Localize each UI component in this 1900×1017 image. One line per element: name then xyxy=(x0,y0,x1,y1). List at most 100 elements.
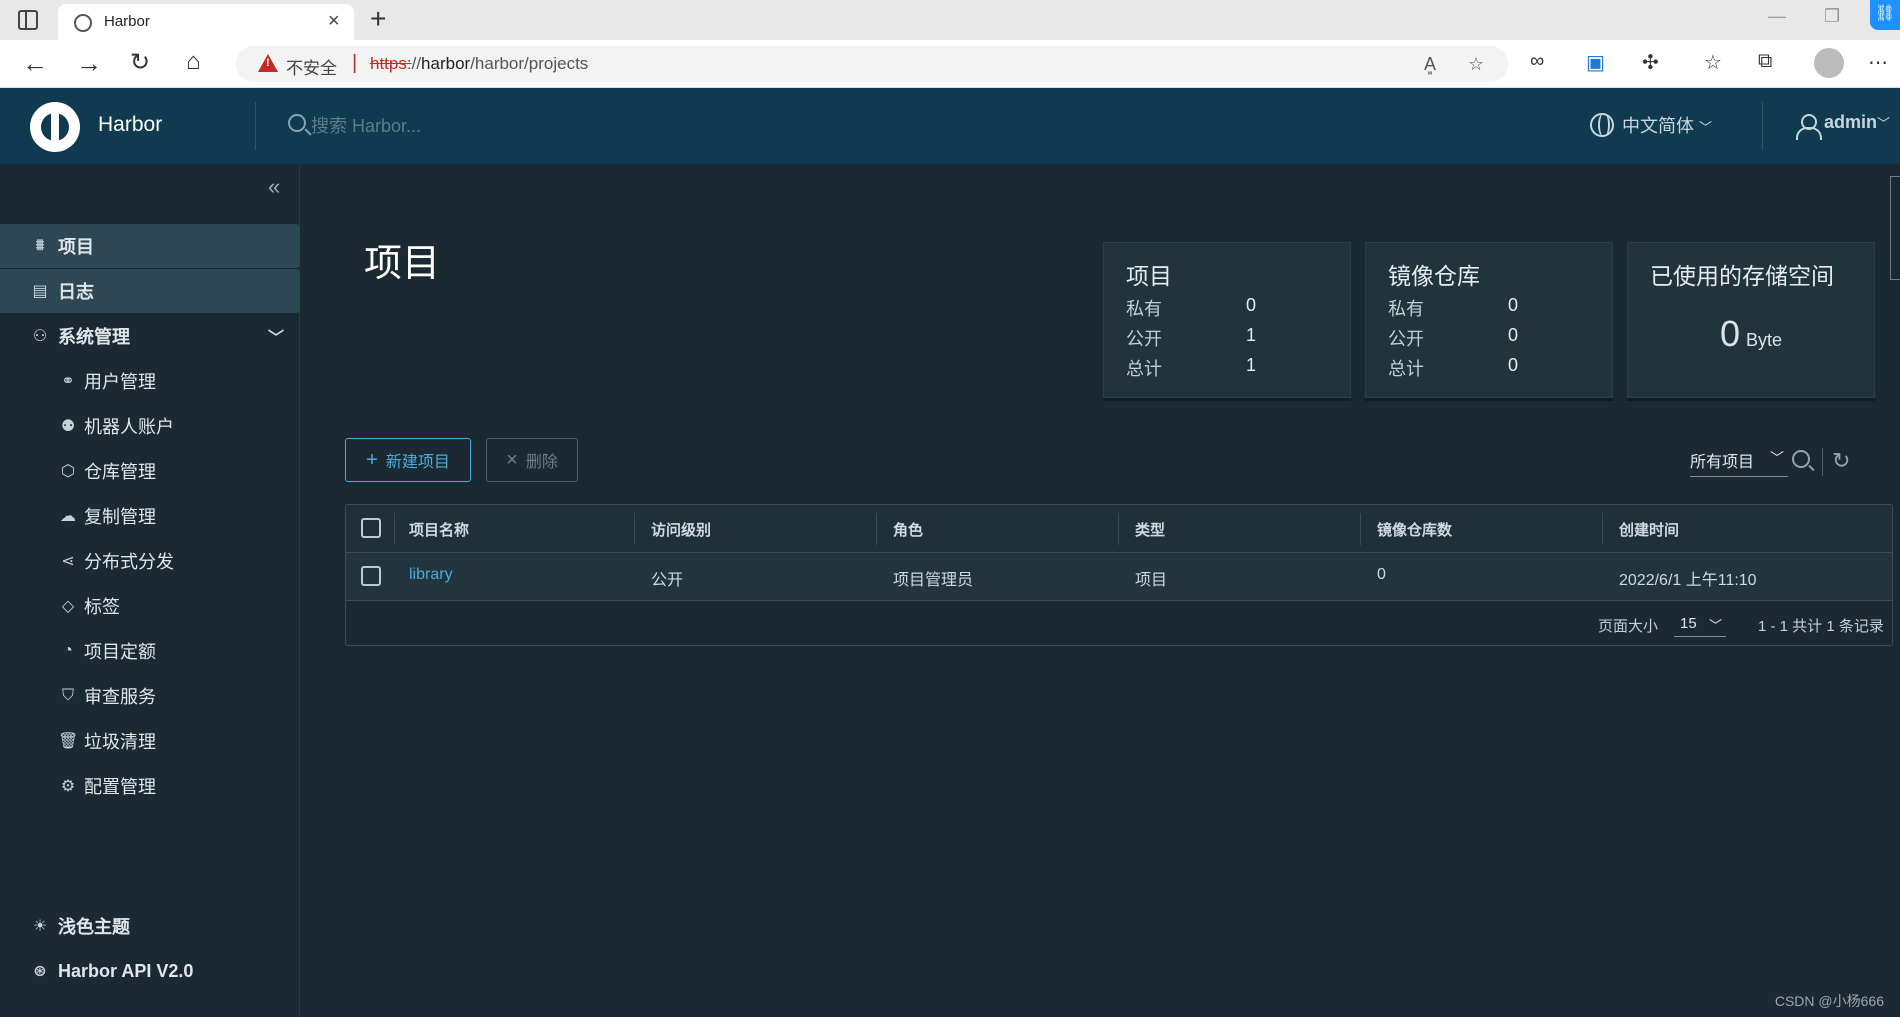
reload-icon[interactable]: ↻ xyxy=(130,48,150,77)
column-header-type[interactable]: 类型 xyxy=(1135,519,1165,540)
column-header-name[interactable]: 项目名称 xyxy=(409,519,469,540)
project-filter-select[interactable]: 所有项目 ﹀ xyxy=(1690,448,1788,477)
browser-tabbar: Harbor × + — ❐ ⛓ xyxy=(0,0,1900,40)
more-icon[interactable]: ⋯ xyxy=(1868,50,1888,75)
select-all-checkbox[interactable] xyxy=(361,518,381,538)
light-theme-toggle[interactable]: ☀ 浅色主题 xyxy=(0,904,300,948)
minimize-icon[interactable]: — xyxy=(1768,6,1786,27)
page-size-label: 页面大小 xyxy=(1598,618,1659,635)
filter-label: 所有项目 xyxy=(1690,454,1755,471)
extensions-icon[interactable]: ✣ xyxy=(1642,50,1659,75)
sidebar-item-replications[interactable]: ☁ 复制管理 xyxy=(0,494,300,538)
delete-button[interactable]: × 删除 xyxy=(486,438,578,482)
collections-icon[interactable]: ⧉ xyxy=(1758,50,1772,73)
column-header-repo-count[interactable]: 镜像仓库数 xyxy=(1377,519,1452,540)
profile-avatar[interactable] xyxy=(1814,48,1844,78)
link-icon[interactable]: ⛓ xyxy=(1870,0,1900,30)
project-name-link[interactable]: library xyxy=(409,566,453,584)
column-header-created[interactable]: 创建时间 xyxy=(1619,519,1679,540)
sun-icon: ☀ xyxy=(32,918,48,935)
tab-actions-icon[interactable] xyxy=(18,10,38,30)
role-cell: 项目管理员 xyxy=(893,572,974,589)
sidebar-item-label: 项目 xyxy=(58,237,94,257)
sidebar-item-robot-accounts[interactable]: ⚉ 机器人账户 xyxy=(0,404,300,448)
card-row-value: 0 xyxy=(1508,325,1519,345)
new-tab-icon[interactable]: + xyxy=(370,3,386,35)
shield-icon: ⛉ xyxy=(61,687,74,704)
collapse-sidebar-icon[interactable]: « xyxy=(268,174,280,200)
sidebar-item-label: 项目定额 xyxy=(84,642,156,662)
warning-icon[interactable] xyxy=(258,54,278,72)
search-icon[interactable] xyxy=(1792,450,1810,468)
robot-icon: ⚉ xyxy=(60,418,76,435)
chevron-down-icon: ﹀ xyxy=(268,330,285,347)
url-text[interactable]: https://harbor/harbor/projects xyxy=(370,54,588,74)
sidebar-item-registries[interactable]: ⬡ 仓库管理 xyxy=(0,449,300,493)
harbor-logo-icon[interactable] xyxy=(30,102,80,152)
language-label: 中文简体 xyxy=(1622,116,1694,136)
url-slashes: // xyxy=(411,54,422,73)
api-explorer-link[interactable]: ⊛ Harbor API V2.0 xyxy=(0,949,300,993)
page-title: 项目 xyxy=(364,243,441,285)
page-size-select[interactable]: 15 ﹀ xyxy=(1674,615,1726,637)
projects-summary-card: 项目 私有 0 公开 1 总计 1 xyxy=(1103,242,1351,398)
global-search-input[interactable] xyxy=(311,112,611,140)
delete-label: 删除 xyxy=(525,454,558,471)
sidebar-item-labels[interactable]: ◇ 标签 xyxy=(0,584,300,628)
projects-icon: ⩩ xyxy=(35,237,45,254)
sidebar-item-scanners[interactable]: ⛉ 审查服务 xyxy=(0,674,300,718)
read-aloud-icon[interactable]: A͈ xyxy=(1424,54,1436,75)
card-row: 公开 1 xyxy=(1126,325,1326,351)
column-header-role[interactable]: 角色 xyxy=(893,519,923,540)
browser-tab[interactable]: Harbor × xyxy=(58,4,354,40)
column-separator xyxy=(1118,513,1119,545)
card-row: 公开 0 xyxy=(1388,325,1588,351)
card-row: 私有 0 xyxy=(1126,295,1326,321)
new-project-button[interactable]: + 新建项目 xyxy=(345,438,471,482)
sidebar-item-configuration[interactable]: ⚙ 配置管理 xyxy=(0,764,300,808)
sidebar-item-distribution[interactable]: ⋖ 分布式分发 xyxy=(0,539,300,583)
storage-card: 已使用的存储空间 0 Byte xyxy=(1627,242,1875,398)
url-input[interactable]: 不安全 | https://harbor/harbor/projects A͈ … xyxy=(236,46,1508,82)
row-checkbox[interactable] xyxy=(361,566,381,586)
app-header: Harbor 中文简体 ﹀ admin﹀ xyxy=(0,88,1900,164)
access-level-cell: 公开 xyxy=(651,572,684,589)
sidebar-item-logs[interactable]: ▤ 日志 xyxy=(0,269,300,313)
sidebar-item-admin[interactable]: ⚇ 系统管理 ﹀ xyxy=(0,314,300,358)
sidebar-item-gc[interactable]: 🗑 垃圾清理 xyxy=(0,719,300,763)
insecure-label[interactable]: 不安全 xyxy=(286,54,337,79)
table-row: library 公开 项目管理员 项目 0 2022/6/1 上午11:10 xyxy=(346,553,1892,601)
side-panel-tab[interactable] xyxy=(1890,176,1900,280)
home-icon[interactable]: ⌂ xyxy=(186,48,201,76)
globe-icon[interactable] xyxy=(1590,113,1614,137)
favorites-icon[interactable]: ☆ xyxy=(1704,50,1722,75)
header-divider xyxy=(255,102,256,150)
brand-name[interactable]: Harbor xyxy=(98,113,162,137)
restore-icon[interactable]: ❐ xyxy=(1824,6,1840,27)
chevron-down-icon: ﹀ xyxy=(1699,120,1713,135)
card-row-value: 0 xyxy=(1508,295,1519,315)
sidebar-item-quotas[interactable]: ◔ 项目定额 xyxy=(0,629,300,673)
harbor-favicon-icon xyxy=(74,14,92,32)
infinity-icon[interactable]: ∞ xyxy=(1530,50,1544,73)
chevron-down-icon: ﹀ xyxy=(1770,450,1784,466)
toolbar-divider xyxy=(1822,448,1823,476)
refresh-icon[interactable]: ↻ xyxy=(1832,448,1850,474)
forward-icon[interactable]: → xyxy=(76,48,102,79)
user-icon[interactable] xyxy=(1796,114,1822,140)
language-selector[interactable]: 中文简体 ﹀ xyxy=(1622,112,1712,138)
card-row: 私有 0 xyxy=(1388,295,1588,321)
back-icon[interactable]: ← xyxy=(22,48,48,79)
sidebar-item-label: 标签 xyxy=(84,597,120,617)
sidebar-item-projects[interactable]: ⩩ 项目 xyxy=(0,224,300,268)
sidebar-item-users[interactable]: ⚭ 用户管理 xyxy=(0,359,300,403)
card-row: 总计 1 xyxy=(1126,355,1326,381)
column-header-access[interactable]: 访问级别 xyxy=(651,519,711,540)
close-tab-icon[interactable]: × xyxy=(328,10,340,33)
favorite-add-icon[interactable]: ☆ xyxy=(1468,54,1484,75)
extension-user-icon[interactable]: ▣ xyxy=(1586,50,1605,75)
trash-icon: 🗑 xyxy=(58,733,79,750)
user-menu[interactable]: admin﹀ xyxy=(1824,112,1890,133)
close-icon: × xyxy=(506,448,518,471)
distribution-icon: ⋖ xyxy=(61,553,75,570)
